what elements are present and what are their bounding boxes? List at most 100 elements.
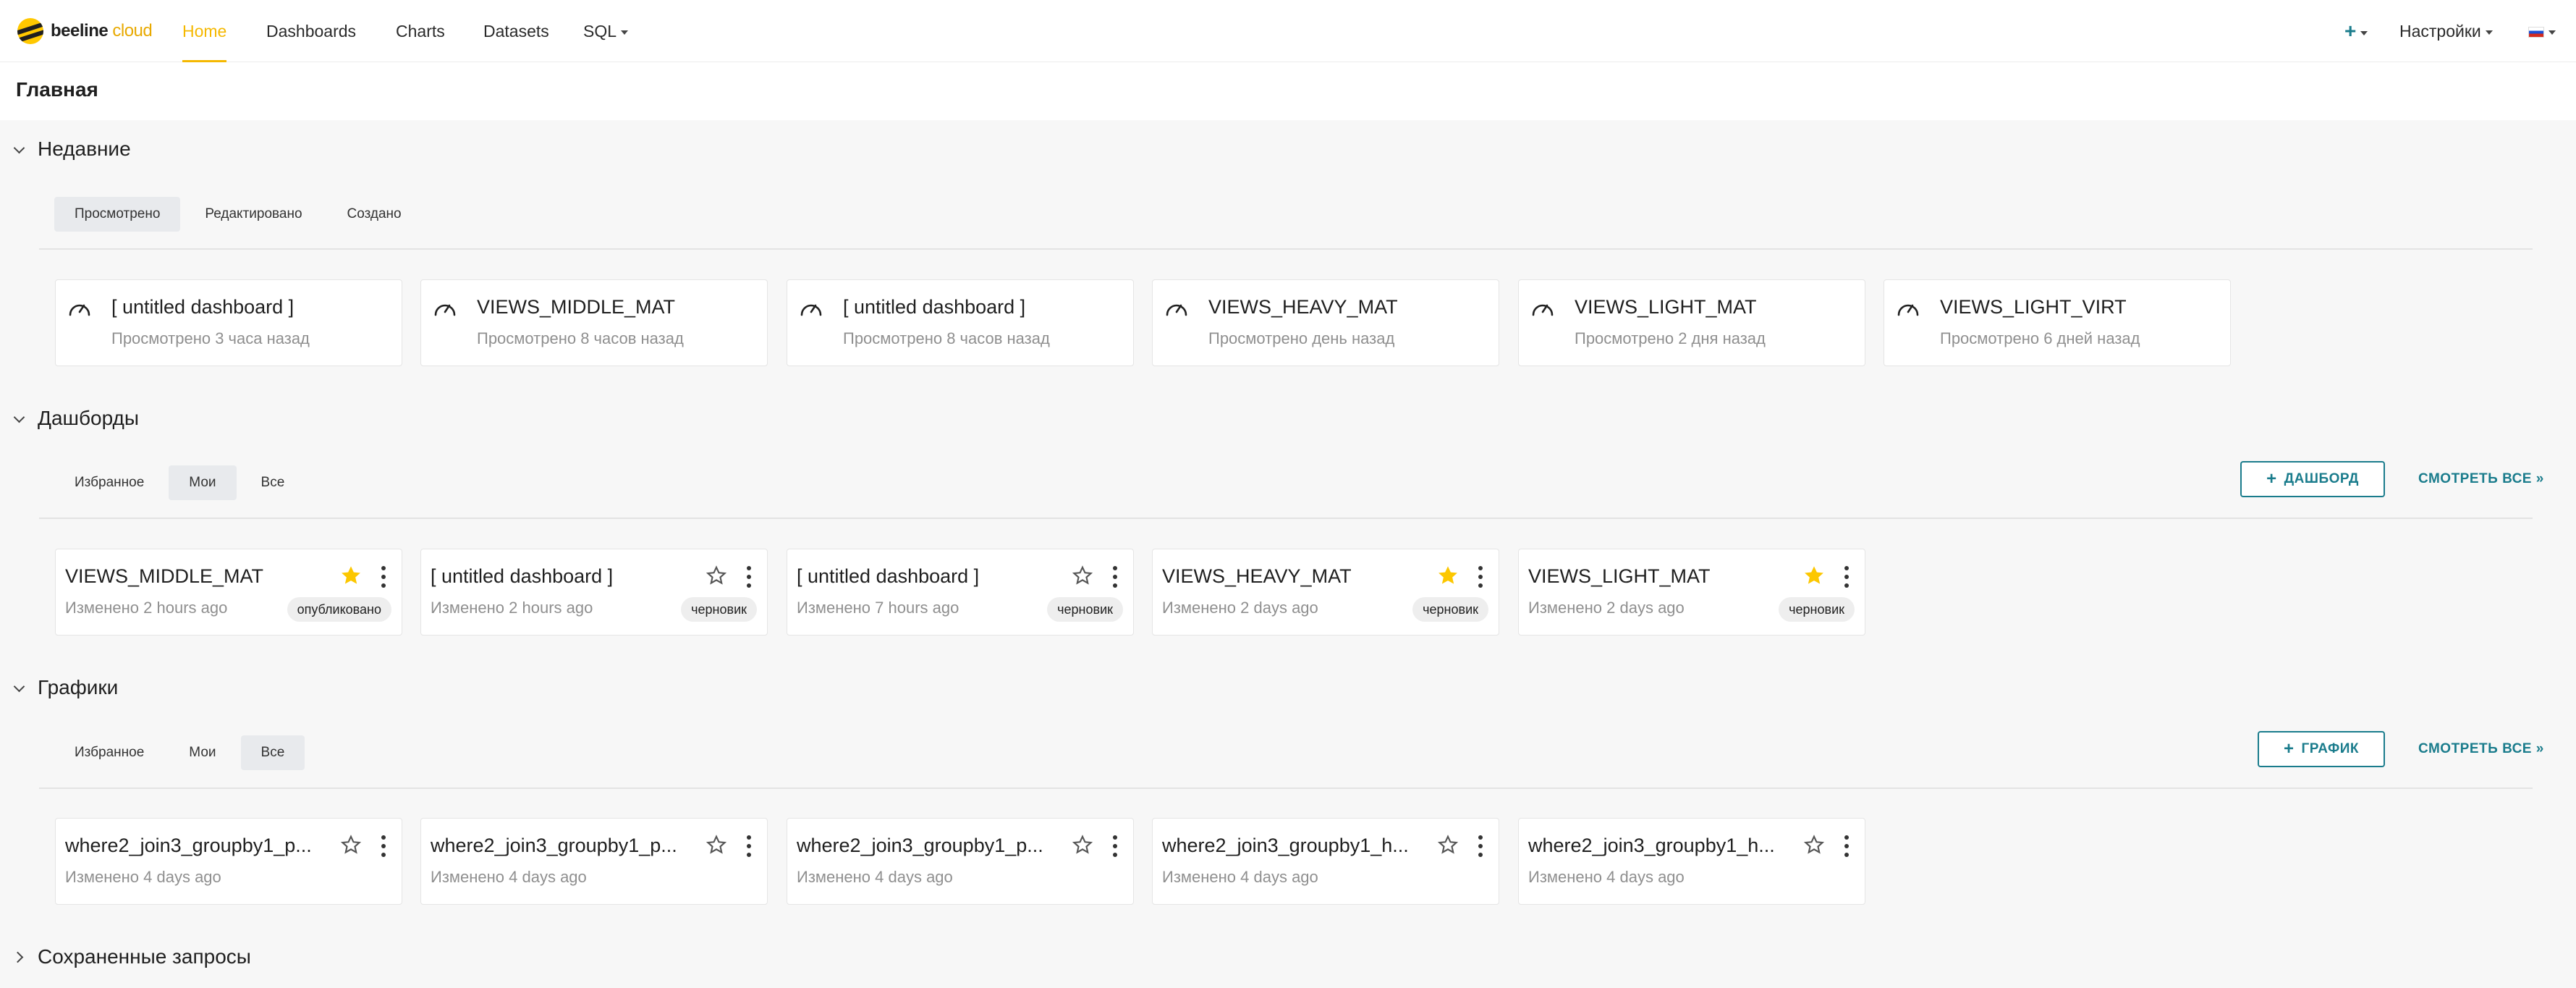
- recent-card-title[interactable]: VIEWS_LIGHT_VIRT: [1940, 296, 2222, 318]
- star-outline-icon[interactable]: [1802, 833, 1826, 856]
- recent-card-title[interactable]: [ untitled dashboard ]: [111, 296, 394, 318]
- recent-card[interactable]: VIEWS_HEAVY_MAT Просмотрено день назад: [1152, 279, 1499, 366]
- page-title: Главная: [16, 78, 98, 101]
- tab-edited[interactable]: Редактировано: [185, 197, 322, 232]
- recent-card[interactable]: VIEWS_LIGHT_MAT Просмотрено 2 дня назад: [1518, 279, 1865, 366]
- star-filled-icon[interactable]: [1436, 564, 1459, 587]
- chart-card[interactable]: where2_join3_groupby1_p... Изменено 4 day…: [787, 818, 1134, 905]
- dashboard-card-modified: Изменено 2 hours ago: [431, 599, 593, 617]
- recent-card-title[interactable]: VIEWS_MIDDLE_MAT: [477, 296, 759, 318]
- recent-card-title[interactable]: [ untitled dashboard ]: [843, 296, 1125, 318]
- more-options-icon[interactable]: [742, 833, 756, 859]
- more-options-icon[interactable]: [742, 564, 756, 590]
- dashboard-card-title[interactable]: VIEWS_HEAVY_MAT: [1162, 565, 1431, 588]
- add-chart-button[interactable]: + ГРАФИК: [2258, 731, 2385, 767]
- tab-created[interactable]: Создано: [327, 197, 422, 232]
- more-options-icon[interactable]: [1108, 564, 1122, 590]
- more-options-icon[interactable]: [1473, 833, 1488, 859]
- nav-sql-dropdown[interactable]: SQL: [583, 0, 629, 62]
- dashboard-card-title[interactable]: VIEWS_MIDDLE_MAT: [65, 565, 334, 588]
- status-badge: опубликовано: [287, 597, 391, 622]
- dashboard-card-title[interactable]: [ untitled dashboard ]: [431, 565, 700, 588]
- star-outline-icon[interactable]: [705, 833, 728, 856]
- chart-card-title[interactable]: where2_join3_groupby1_p...: [797, 835, 1066, 857]
- tab-mine[interactable]: Мои: [169, 465, 237, 500]
- beeline-logo-icon: [17, 18, 43, 44]
- dashboard-card[interactable]: VIEWS_LIGHT_MAT Изменено 2 days ago чернов…: [1518, 549, 1865, 636]
- status-badge: черновик: [681, 597, 757, 622]
- more-options-icon[interactable]: [376, 564, 391, 590]
- charts-see-all-link[interactable]: СМОТРЕТЬ ВСЕ »: [2418, 731, 2544, 767]
- dashboard-card-title[interactable]: [ untitled dashboard ]: [797, 565, 1066, 588]
- recent-card[interactable]: [ untitled dashboard ] Просмотрено 8 часо…: [787, 279, 1134, 366]
- chevron-down-icon: [13, 413, 25, 424]
- recent-card-title[interactable]: VIEWS_HEAVY_MAT: [1208, 296, 1491, 318]
- recent-card[interactable]: VIEWS_MIDDLE_MAT Просмотрено 8 часов наза…: [420, 279, 768, 366]
- saved-queries-section-title: Сохраненные запросы: [38, 945, 251, 968]
- dashboard-gauge-icon: [1896, 297, 1920, 319]
- charts-tabs: Избранное Мои Все: [54, 735, 305, 770]
- more-options-icon[interactable]: [1839, 833, 1854, 859]
- brand-logo[interactable]: beeline cloud: [17, 14, 153, 48]
- add-dashboard-button[interactable]: + ДАШБОРД: [2240, 461, 2385, 497]
- chart-card[interactable]: where2_join3_groupby1_p... Изменено 4 day…: [55, 818, 402, 905]
- star-outline-icon[interactable]: [339, 833, 363, 856]
- tab-mine[interactable]: Мои: [169, 735, 236, 770]
- recent-card-subtitle: Просмотрено 3 часа назад: [111, 329, 310, 347]
- tab-all[interactable]: Все: [241, 465, 305, 500]
- new-menu-dropdown[interactable]: +: [2344, 0, 2368, 62]
- nav-datasets[interactable]: Datasets: [483, 0, 549, 62]
- star-outline-icon[interactable]: [1436, 833, 1459, 856]
- chart-card-title[interactable]: where2_join3_groupby1_p...: [431, 835, 700, 857]
- recent-card[interactable]: VIEWS_LIGHT_VIRT Просмотрено 6 дней назад: [1884, 279, 2231, 366]
- more-options-icon[interactable]: [1473, 564, 1488, 590]
- chart-card[interactable]: where2_join3_groupby1_h... Изменено 4 day…: [1518, 818, 1865, 905]
- more-options-icon[interactable]: [1839, 564, 1854, 590]
- chart-card[interactable]: where2_join3_groupby1_p... Изменено 4 day…: [420, 818, 768, 905]
- dashboard-card[interactable]: VIEWS_MIDDLE_MAT Изменено 2 hours ago опуб…: [55, 549, 402, 636]
- recent-section-header[interactable]: Недавние: [13, 135, 131, 164]
- tab-favorites[interactable]: Избранное: [54, 465, 164, 500]
- russian-flag-icon: [2528, 27, 2544, 38]
- dashboards-section-header[interactable]: Дашборды: [13, 404, 139, 433]
- more-options-icon[interactable]: [376, 833, 391, 859]
- star-filled-icon[interactable]: [339, 564, 363, 587]
- dashboard-card-modified: Изменено 2 days ago: [1162, 599, 1318, 617]
- settings-dropdown[interactable]: Настройки: [2399, 0, 2493, 62]
- star-outline-icon[interactable]: [1071, 833, 1094, 856]
- saved-queries-section-header[interactable]: Сохраненные запросы: [13, 942, 251, 971]
- star-outline-icon[interactable]: [1071, 564, 1094, 587]
- recent-card[interactable]: [ untitled dashboard ] Просмотрено 3 часа…: [55, 279, 402, 366]
- star-outline-icon[interactable]: [705, 564, 728, 587]
- dashboards-see-all-link[interactable]: СМОТРЕТЬ ВСЕ »: [2418, 461, 2544, 497]
- tab-favorites[interactable]: Избранное: [54, 735, 164, 770]
- language-dropdown[interactable]: [2528, 0, 2556, 62]
- dashboard-card[interactable]: [ untitled dashboard ] Изменено 7 hours a…: [787, 549, 1134, 636]
- star-filled-icon[interactable]: [1802, 564, 1826, 587]
- chevron-down-icon: [13, 143, 25, 155]
- more-options-icon[interactable]: [1108, 833, 1122, 859]
- tab-viewed[interactable]: Просмотрено: [54, 197, 181, 232]
- chart-card-title[interactable]: where2_join3_groupby1_h...: [1528, 835, 1797, 857]
- dashboard-card[interactable]: VIEWS_HEAVY_MAT Изменено 2 days ago чернов…: [1152, 549, 1499, 636]
- chart-card-modified: Изменено 4 days ago: [1162, 868, 1318, 886]
- nav-dashboards[interactable]: Dashboards: [266, 0, 356, 62]
- top-navbar: beeline cloud Home Dashboards Charts Dat…: [0, 0, 2576, 62]
- recent-divider: [39, 248, 2533, 250]
- nav-home[interactable]: Home: [182, 0, 227, 62]
- nav-charts[interactable]: Charts: [396, 0, 445, 62]
- charts-section-title: Графики: [38, 676, 119, 698]
- settings-label: Настройки: [2399, 22, 2481, 41]
- chart-card-title[interactable]: where2_join3_groupby1_p...: [65, 835, 334, 857]
- chart-card[interactable]: where2_join3_groupby1_h... Изменено 4 day…: [1152, 818, 1499, 905]
- tab-all[interactable]: Все: [240, 735, 305, 770]
- chart-card-title[interactable]: where2_join3_groupby1_h...: [1162, 835, 1431, 857]
- recent-card-title[interactable]: VIEWS_LIGHT_MAT: [1575, 296, 1857, 318]
- dashboard-card-modified: Изменено 2 hours ago: [65, 599, 228, 617]
- charts-section-header[interactable]: Графики: [13, 673, 118, 702]
- dashboard-card[interactable]: [ untitled dashboard ] Изменено 2 hours a…: [420, 549, 768, 636]
- chart-card-modified: Изменено 4 days ago: [431, 868, 587, 886]
- recent-card-subtitle: Просмотрено день назад: [1208, 329, 1395, 347]
- charts-divider: [39, 788, 2533, 789]
- dashboard-card-title[interactable]: VIEWS_LIGHT_MAT: [1528, 565, 1797, 588]
